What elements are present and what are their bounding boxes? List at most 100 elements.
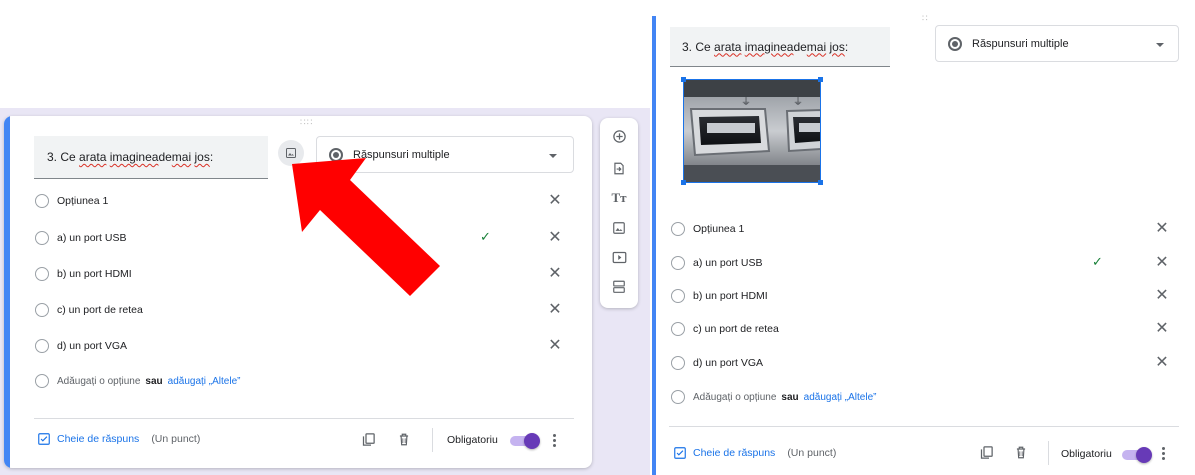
required-label-wrap: Obligatoriu <box>447 434 498 446</box>
active-card-accent <box>652 16 656 475</box>
option-row[interactable]: d) un port VGA <box>35 339 127 353</box>
option-label[interactable]: d) un port VGA <box>693 357 763 369</box>
checkmark-icon: ✓ <box>480 229 491 244</box>
add-question-icon[interactable] <box>611 128 627 144</box>
close-icon[interactable]: ✕ <box>547 193 563 209</box>
duplicate-button[interactable] <box>979 445 994 465</box>
question-type-dropdown[interactable]: Răspunsuri multiple <box>935 25 1179 62</box>
close-icon[interactable]: ✕ <box>547 266 563 282</box>
close-icon[interactable]: ✕ <box>547 302 563 318</box>
answer-key-button[interactable]: Cheie de răspuns (Un punct) <box>37 432 200 446</box>
add-section-icon[interactable] <box>611 278 627 294</box>
option-label[interactable]: a) un port USB <box>693 257 762 269</box>
option-row[interactable]: b) un port HDMI <box>35 267 132 281</box>
add-other-link[interactable]: adăugați „Altele” <box>168 376 241 387</box>
answer-key-icon <box>674 447 686 459</box>
duplicate-button[interactable] <box>361 432 376 452</box>
close-icon[interactable]: ✕ <box>1154 288 1170 304</box>
trash-icon <box>399 433 409 446</box>
answer-key-label: Cheie de răspuns <box>57 433 140 445</box>
add-video-icon[interactable] <box>611 249 627 265</box>
required-label: Obligatoriu <box>1061 448 1112 460</box>
trash-icon <box>1016 446 1026 459</box>
red-arrow <box>292 158 440 296</box>
toggle-thumb <box>1136 447 1152 463</box>
option-row[interactable]: Opțiunea 1 <box>671 222 744 236</box>
option-label[interactable]: c) un port de retea <box>57 304 143 316</box>
question-title-input[interactable]: 3. Ce arata imaginea de mai jos: <box>34 136 268 179</box>
add-option-link[interactable]: Adăugați o opțiune <box>693 392 776 403</box>
close-icon[interactable]: ✕ <box>1154 355 1170 371</box>
footer-divider <box>432 428 433 452</box>
drag-handle-icon[interactable]: ∷∷ <box>300 118 313 127</box>
radio-button-icon <box>35 374 49 388</box>
required-toggle[interactable] <box>1122 447 1152 463</box>
option-label[interactable]: d) un port VGA <box>57 340 127 352</box>
answer-key-button[interactable]: Cheie de răspuns (Un punct) <box>673 446 836 460</box>
add-image-icon[interactable] <box>611 220 627 236</box>
add-other-link[interactable]: adăugați „Altele” <box>804 392 877 403</box>
option-label[interactable]: b) un port HDMI <box>57 268 132 280</box>
question-title-input[interactable]: 3. Ce arata imaginea de mai jos: <box>670 27 890 67</box>
option-row[interactable]: c) un port de retea <box>671 322 779 336</box>
radio-button-icon <box>35 267 49 281</box>
resize-handle[interactable] <box>818 77 823 82</box>
radio-button-icon <box>948 36 962 51</box>
close-icon[interactable]: ✕ <box>547 230 563 246</box>
resize-handle[interactable] <box>681 180 686 185</box>
add-option-link[interactable]: Adăugați o opțiune <box>57 376 140 387</box>
chevron-down-icon <box>1156 43 1164 47</box>
or-text: sau <box>781 391 799 403</box>
radio-button-icon <box>671 322 685 336</box>
option-label[interactable]: a) un port USB <box>57 232 126 244</box>
question-word: arata <box>79 150 107 164</box>
duplicate-icon <box>980 446 993 459</box>
left-editor-panel: ∷∷ 3. Ce arata imaginea de mai jos: Răsp… <box>0 0 650 475</box>
question-word: arata <box>714 39 742 54</box>
option-row[interactable]: Opțiunea 1 <box>35 194 108 208</box>
radio-button-icon <box>35 194 49 208</box>
question-text: : <box>209 150 214 164</box>
more-vert-icon[interactable] <box>553 434 557 449</box>
option-row[interactable]: d) un port VGA <box>671 356 763 370</box>
close-icon[interactable]: ✕ <box>1154 255 1170 271</box>
answer-key-label: Cheie de răspuns <box>693 447 776 459</box>
required-label: Obligatoriu <box>447 434 498 446</box>
option-row[interactable]: c) un port de retea <box>35 303 143 317</box>
add-option-row: Adăugați o opțiune sau adăugați „Altele” <box>671 390 876 404</box>
option-label[interactable]: Opțiunea 1 <box>57 195 108 207</box>
resize-handle[interactable] <box>818 180 823 185</box>
close-icon[interactable]: ✕ <box>1154 321 1170 337</box>
radio-button-icon <box>671 222 685 236</box>
option-label[interactable]: c) un port de retea <box>693 323 779 335</box>
option-label[interactable]: Opțiunea 1 <box>693 223 744 235</box>
required-toggle[interactable] <box>510 433 540 449</box>
svg-text:⏚: ⏚ <box>793 96 803 108</box>
option-row[interactable]: b) un port HDMI <box>671 289 768 303</box>
usb-port-image: ⏚ ⏚ <box>683 79 821 183</box>
more-vert-icon[interactable] <box>1162 447 1166 462</box>
option-label[interactable]: b) un port HDMI <box>693 290 768 302</box>
delete-button[interactable] <box>397 432 411 452</box>
import-questions-icon[interactable] <box>611 160 627 176</box>
chevron-down-icon <box>549 154 557 158</box>
active-card-accent <box>4 116 10 468</box>
radio-button-icon <box>671 390 685 404</box>
question-image[interactable]: ⏚ ⏚ <box>683 79 821 183</box>
delete-button[interactable] <box>1014 445 1028 465</box>
close-icon[interactable]: ✕ <box>1154 221 1170 237</box>
question-word: jos <box>194 150 210 164</box>
checkmark-icon: ✓ <box>1092 254 1103 269</box>
answer-key-icon <box>38 433 50 445</box>
resize-handle[interactable] <box>681 77 686 82</box>
question-text: de <box>158 150 172 164</box>
option-row[interactable]: a) un port USB <box>671 256 762 270</box>
add-title-icon[interactable]: Tт <box>611 190 627 206</box>
drag-handle-icon[interactable]: ∷ <box>922 14 929 23</box>
question-text: 3. Ce <box>682 39 711 54</box>
option-row[interactable]: a) un port USB <box>35 231 126 245</box>
question-text: de <box>793 39 807 54</box>
close-icon[interactable]: ✕ <box>547 338 563 354</box>
question-word: mai <box>171 150 192 164</box>
radio-button-icon <box>671 356 685 370</box>
